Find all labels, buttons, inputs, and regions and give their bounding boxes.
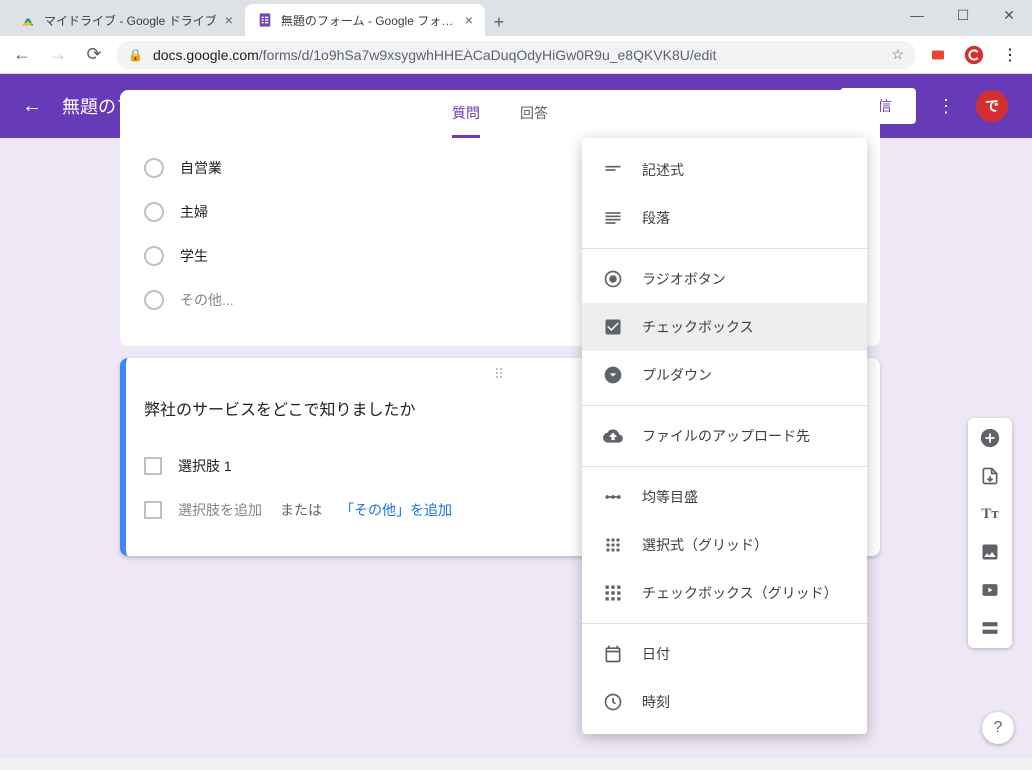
tab-close-icon[interactable]: × bbox=[225, 12, 233, 28]
add-option-button[interactable]: 選択肢を追加 bbox=[178, 500, 262, 520]
option-label: その他... bbox=[180, 290, 234, 310]
url-text: docs.google.com/forms/d/1o9hSa7w9xsygwhH… bbox=[153, 47, 881, 63]
radio-icon bbox=[144, 202, 164, 222]
nav-back-button[interactable]: ← bbox=[8, 41, 36, 69]
radio-icon bbox=[144, 246, 164, 266]
add-other-button[interactable]: 「その他」を追加 bbox=[340, 500, 452, 520]
option-label: 選択肢 1 bbox=[178, 456, 232, 476]
browser-menu-button[interactable]: ⋮ bbox=[996, 41, 1024, 69]
option-label: 学生 bbox=[180, 246, 208, 266]
header-more-button[interactable]: ⋮ bbox=[934, 94, 958, 118]
clock-icon bbox=[602, 692, 624, 712]
calendar-icon bbox=[602, 644, 624, 664]
paragraph-icon bbox=[602, 208, 624, 228]
add-title-button[interactable]: Tᴛ bbox=[978, 502, 1002, 526]
header-back-button[interactable]: ← bbox=[20, 94, 44, 118]
bookmark-star-icon[interactable]: ☆ bbox=[891, 46, 904, 63]
linear-scale-icon bbox=[602, 487, 624, 507]
menu-item-grid-radio[interactable]: 選択式（グリッド） bbox=[582, 521, 867, 569]
menu-label: 段落 bbox=[642, 208, 670, 228]
menu-label: 日付 bbox=[642, 644, 670, 664]
menu-label: チェックボックス（グリッド） bbox=[642, 583, 838, 603]
menu-item-radio[interactable]: ラジオボタン bbox=[582, 255, 867, 303]
dropdown-icon bbox=[602, 365, 624, 385]
add-image-button[interactable] bbox=[978, 540, 1002, 564]
or-label: または bbox=[280, 500, 322, 520]
add-question-button[interactable] bbox=[978, 426, 1002, 450]
menu-separator bbox=[582, 466, 867, 467]
tab-responses[interactable]: 回答 bbox=[520, 90, 548, 138]
form-subtabs: 質問 回答 bbox=[120, 90, 880, 138]
address-bar[interactable]: 🔒 docs.google.com/forms/d/1o9hSa7w9xsygw… bbox=[116, 41, 916, 69]
menu-label: 均等目盛 bbox=[642, 487, 698, 507]
tab-title: 無題のフォーム - Google フォーム bbox=[281, 12, 457, 29]
extension-icon[interactable] bbox=[924, 41, 952, 69]
nav-forward-button[interactable]: → bbox=[44, 41, 72, 69]
menu-item-dropdown[interactable]: プルダウン bbox=[582, 351, 867, 399]
cloud-upload-icon bbox=[602, 426, 624, 446]
window-maximize-button[interactable]: ☐ bbox=[940, 0, 986, 30]
menu-separator bbox=[582, 405, 867, 406]
window-close-button[interactable]: ✕ bbox=[986, 0, 1032, 30]
menu-item-date[interactable]: 日付 bbox=[582, 630, 867, 678]
menu-item-file-upload[interactable]: ファイルのアップロード先 bbox=[582, 412, 867, 460]
checkbox-icon bbox=[144, 457, 162, 475]
account-avatar[interactable]: で bbox=[976, 90, 1008, 122]
menu-label: ファイルのアップロード先 bbox=[642, 426, 810, 446]
browser-tabstrip: マイドライブ - Google ドライブ × 無題のフォーム - Google … bbox=[0, 0, 1032, 36]
menu-label: ラジオボタン bbox=[642, 269, 726, 289]
radio-icon bbox=[144, 158, 164, 178]
browser-tab-forms[interactable]: 無題のフォーム - Google フォーム × bbox=[245, 4, 485, 36]
side-toolbar: Tᴛ bbox=[968, 418, 1012, 648]
option-label: 自営業 bbox=[180, 158, 222, 178]
menu-separator bbox=[582, 623, 867, 624]
form-canvas: 質問 回答 自営業 主婦 学生 その他... ⠿ 弊社のサービスをどこで知りまし… bbox=[0, 138, 1032, 758]
drive-favicon bbox=[20, 12, 36, 28]
help-button[interactable]: ? bbox=[982, 712, 1014, 744]
menu-label: 記述式 bbox=[642, 160, 684, 180]
menu-item-grid-check[interactable]: チェックボックス（グリッド） bbox=[582, 569, 867, 617]
add-video-button[interactable] bbox=[978, 578, 1002, 602]
tab-questions[interactable]: 質問 bbox=[452, 90, 480, 138]
short-answer-icon bbox=[602, 160, 624, 180]
grid-dots-icon bbox=[602, 535, 624, 555]
extension-c-icon[interactable] bbox=[960, 41, 988, 69]
nav-reload-button[interactable]: ⟳ bbox=[80, 41, 108, 69]
menu-item-short-answer[interactable]: 記述式 bbox=[582, 146, 867, 194]
question-type-menu: 記述式 段落 ラジオボタン チェックボックス プルダウン ファイルのアップロード… bbox=[582, 138, 867, 734]
menu-label: 選択式（グリッド） bbox=[642, 535, 768, 555]
browser-tab-drive[interactable]: マイドライブ - Google ドライブ × bbox=[8, 4, 245, 36]
menu-label: 時刻 bbox=[642, 692, 670, 712]
menu-item-checkbox[interactable]: チェックボックス bbox=[582, 303, 867, 351]
checkbox-checked-icon bbox=[602, 317, 624, 337]
menu-separator bbox=[582, 248, 867, 249]
option-label: 主婦 bbox=[180, 202, 208, 222]
radio-selected-icon bbox=[602, 269, 624, 289]
import-questions-button[interactable] bbox=[978, 464, 1002, 488]
forms-favicon bbox=[257, 12, 273, 28]
radio-icon bbox=[144, 290, 164, 310]
browser-toolbar: ← → ⟳ 🔒 docs.google.com/forms/d/1o9hSa7w… bbox=[0, 36, 1032, 74]
grid-squares-icon bbox=[602, 583, 624, 603]
checkbox-icon bbox=[144, 501, 162, 519]
tab-close-icon[interactable]: × bbox=[465, 12, 473, 28]
add-section-button[interactable] bbox=[978, 616, 1002, 640]
menu-item-time[interactable]: 時刻 bbox=[582, 678, 867, 726]
new-tab-button[interactable]: + bbox=[485, 8, 513, 36]
menu-label: プルダウン bbox=[642, 365, 712, 385]
menu-item-linear-scale[interactable]: 均等目盛 bbox=[582, 473, 867, 521]
window-minimize-button[interactable]: ― bbox=[894, 0, 940, 30]
lock-icon: 🔒 bbox=[128, 48, 143, 62]
menu-item-paragraph[interactable]: 段落 bbox=[582, 194, 867, 242]
window-controls: ― ☐ ✕ bbox=[894, 0, 1032, 30]
forms-app: ← 無題のフォーム ☆ 変更内容をすべてドライブに 保存しました 送信 ⋮ で … bbox=[0, 74, 1032, 758]
menu-label: チェックボックス bbox=[642, 317, 754, 337]
tab-title: マイドライブ - Google ドライブ bbox=[44, 12, 217, 29]
